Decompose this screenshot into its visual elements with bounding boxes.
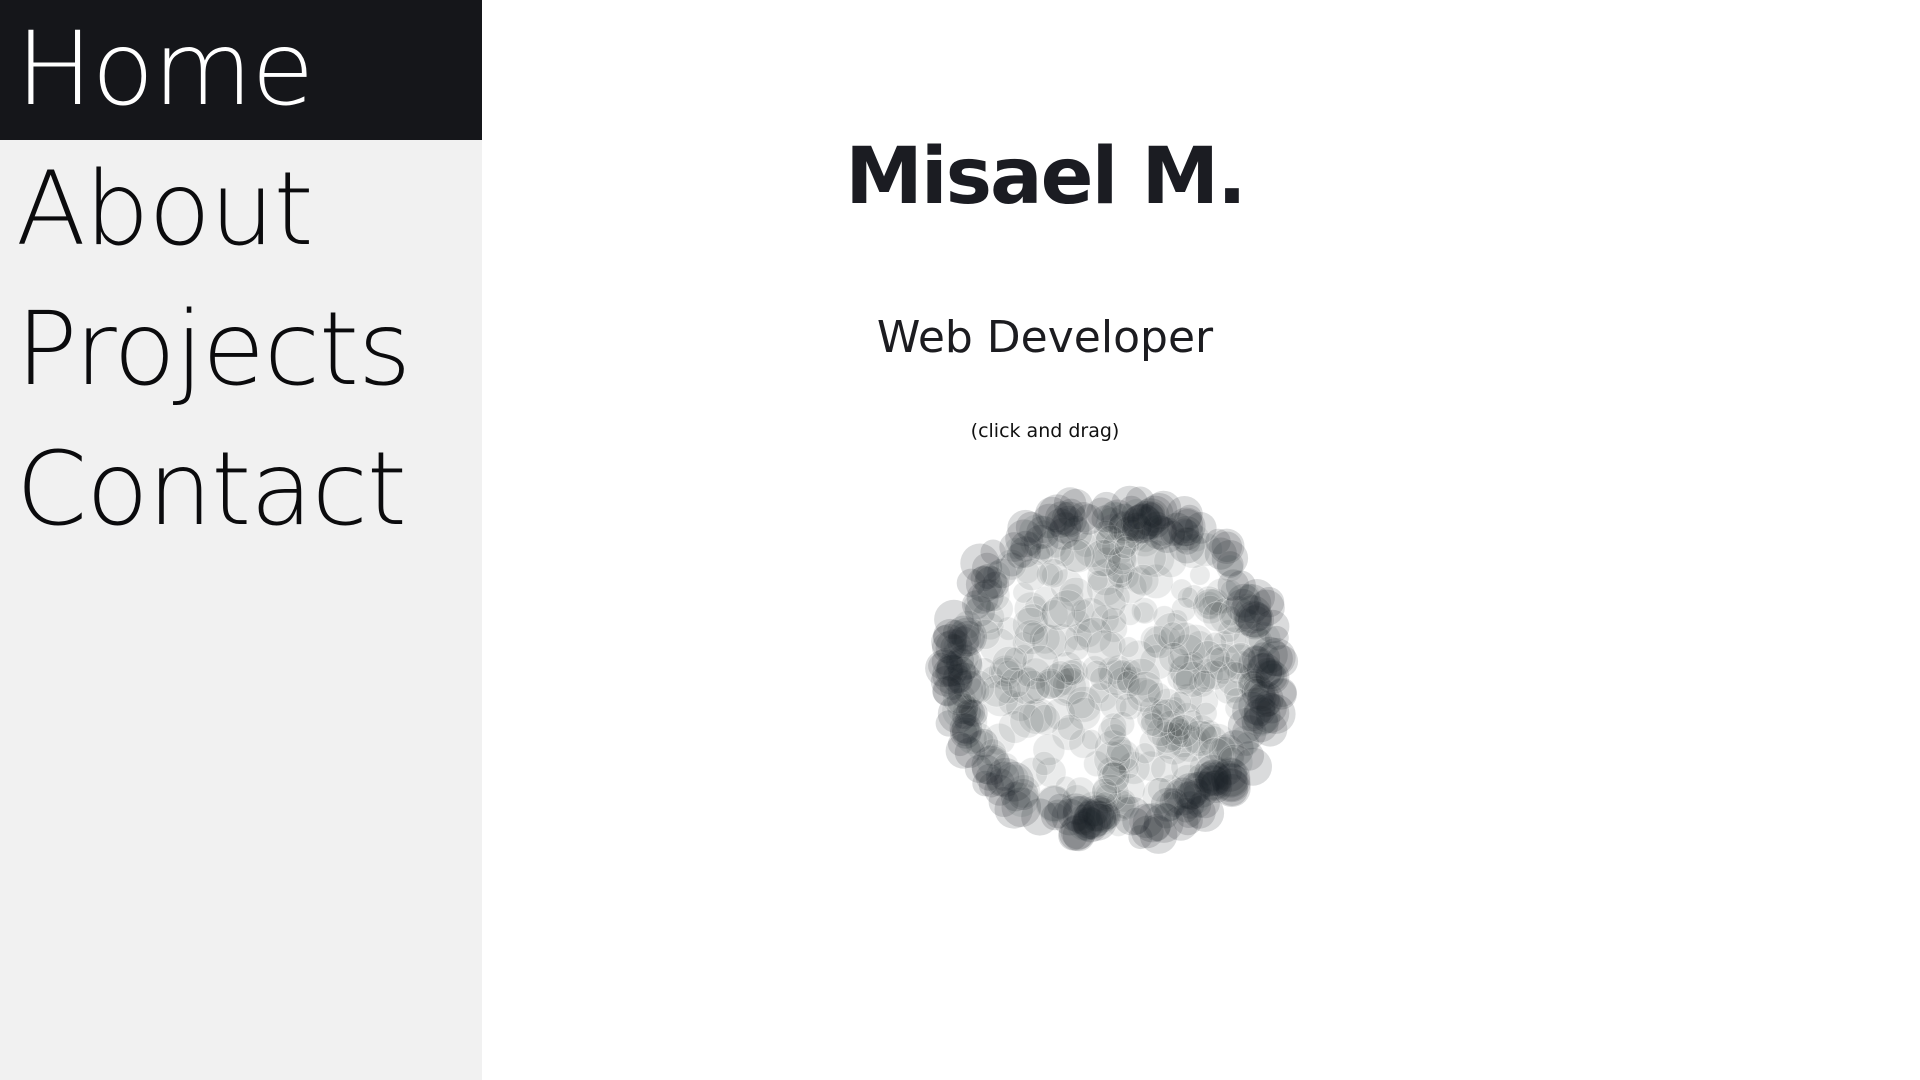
main-content: Misael M. Web Developer (click and drag) bbox=[482, 0, 1920, 1080]
particle bbox=[1000, 666, 1032, 699]
particle bbox=[1167, 714, 1201, 748]
particle bbox=[1234, 747, 1272, 786]
particle bbox=[1089, 666, 1114, 691]
particle bbox=[1255, 694, 1296, 734]
nav-item-projects[interactable]: Projects bbox=[0, 280, 482, 420]
particle bbox=[1029, 704, 1061, 736]
particle bbox=[1062, 818, 1096, 852]
particle bbox=[1048, 589, 1087, 629]
particle bbox=[1131, 815, 1164, 849]
particle bbox=[1080, 729, 1102, 751]
particle bbox=[1031, 751, 1057, 776]
particle bbox=[1127, 564, 1160, 597]
nav-item-contact[interactable]: Contact bbox=[0, 420, 482, 560]
particle bbox=[1184, 512, 1217, 544]
particle bbox=[1063, 634, 1090, 661]
particle bbox=[1134, 742, 1156, 765]
particle bbox=[1101, 760, 1128, 787]
particle bbox=[982, 571, 1010, 599]
particle bbox=[1192, 669, 1217, 694]
particle bbox=[952, 720, 978, 746]
nav-item-about[interactable]: About bbox=[0, 140, 482, 280]
nav-item-home[interactable]: Home bbox=[0, 0, 482, 140]
particle bbox=[949, 647, 974, 673]
particle bbox=[1091, 491, 1122, 522]
particle bbox=[1141, 515, 1177, 550]
particle bbox=[1216, 551, 1244, 578]
particle bbox=[1117, 636, 1140, 658]
drag-hint: (click and drag) bbox=[970, 420, 1120, 442]
particle bbox=[1114, 692, 1140, 718]
particle bbox=[1233, 595, 1272, 634]
particle bbox=[1139, 712, 1164, 737]
particle bbox=[1092, 586, 1127, 621]
particle bbox=[1046, 660, 1076, 690]
particle bbox=[1182, 796, 1216, 829]
particle bbox=[999, 552, 1024, 577]
particle bbox=[1003, 646, 1028, 672]
particle bbox=[1026, 515, 1060, 549]
particle bbox=[971, 745, 1011, 786]
particle bbox=[1257, 641, 1293, 677]
particle-group bbox=[925, 485, 1299, 854]
particle bbox=[1158, 642, 1190, 674]
particle bbox=[1067, 690, 1096, 720]
particle bbox=[1085, 629, 1123, 667]
sidebar-nav: Home About Projects Contact bbox=[0, 0, 482, 1080]
job-title: Web Developer bbox=[876, 312, 1214, 363]
particle-blob-canvas[interactable] bbox=[912, 470, 1312, 870]
particle bbox=[1000, 781, 1031, 812]
page-title: Misael M. bbox=[845, 132, 1246, 222]
